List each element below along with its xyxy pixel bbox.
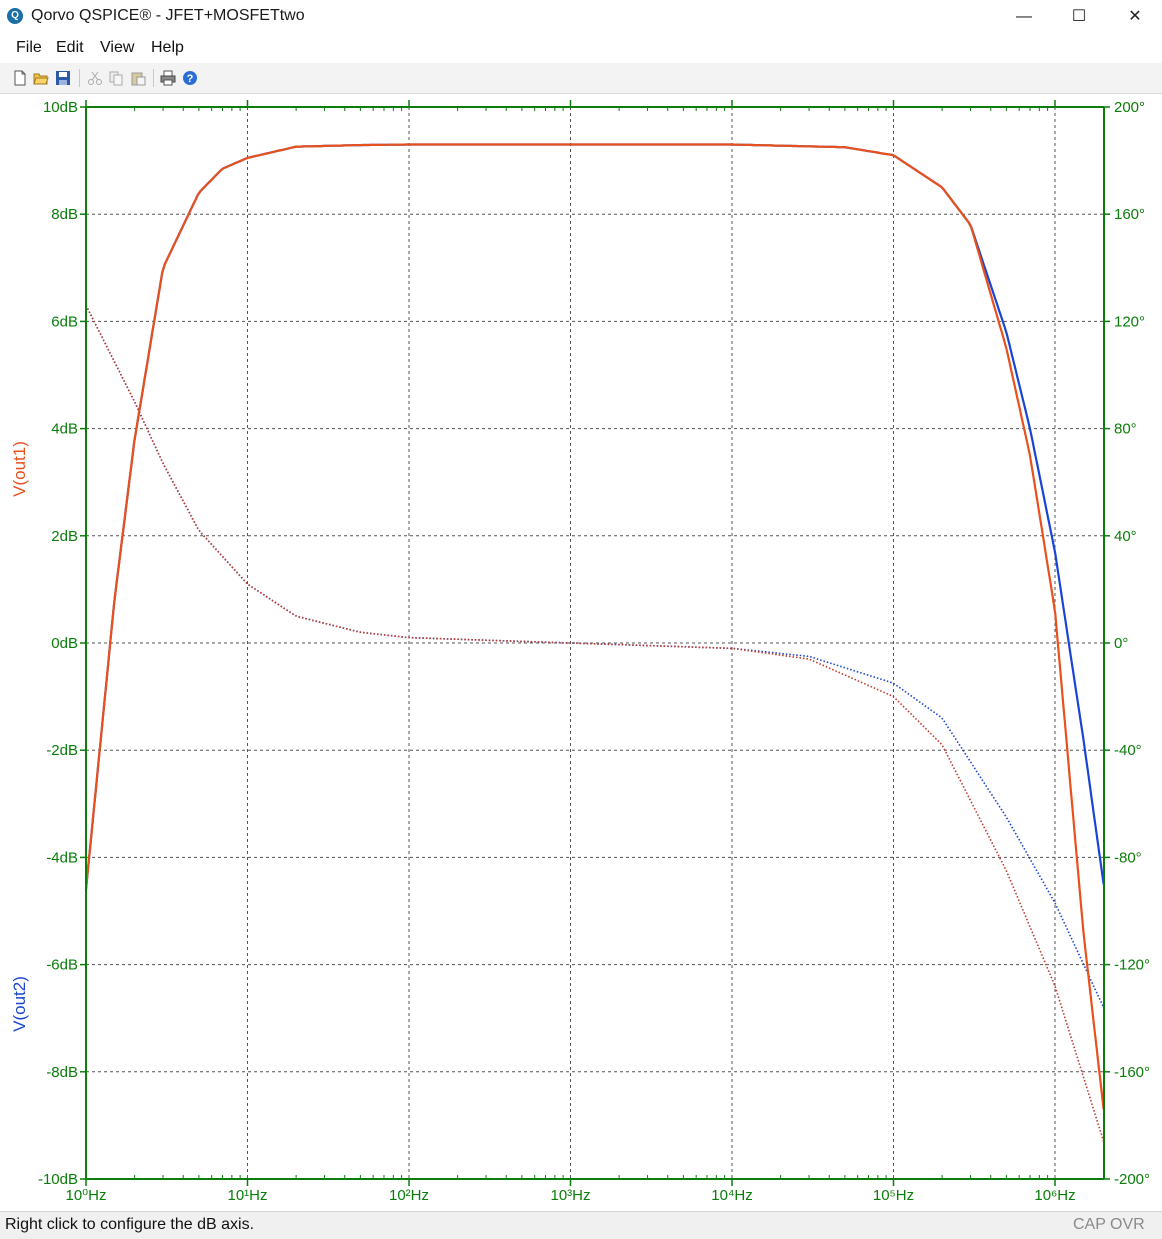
qspice-app-icon: Q — [7, 8, 23, 24]
open-folder-icon[interactable] — [33, 70, 49, 86]
left-axis-tick-label: -4dB — [46, 849, 78, 866]
x-axis-tick-label: 10³Hz — [550, 1187, 590, 1204]
save-icon[interactable] — [55, 70, 71, 86]
right-axis-tick-label: 200° — [1114, 99, 1145, 116]
toolbar: ? — [0, 63, 1162, 94]
close-button[interactable]: ✕ — [1108, 0, 1162, 33]
menu-bar: File Edit View Help — [0, 33, 1162, 63]
left-axis-tick-label: 8dB — [51, 206, 78, 223]
copy-icon[interactable] — [108, 70, 124, 86]
x-axis-tick-label: 10¹Hz — [227, 1187, 267, 1204]
plot-background — [0, 94, 1162, 1210]
left-axis-tick-label: 0dB — [51, 635, 78, 652]
toolbar-separator — [153, 69, 154, 87]
toolbar-separator — [79, 69, 80, 87]
minimize-button[interactable]: — — [997, 0, 1051, 33]
right-axis-tick-label: 0° — [1114, 635, 1128, 652]
help-icon[interactable]: ? — [182, 70, 198, 86]
right-axis-tick-label: 80° — [1114, 421, 1137, 438]
x-axis-tick-label: 10⁰Hz — [65, 1187, 106, 1204]
x-axis-tick-label: 10⁴Hz — [711, 1187, 752, 1204]
left-axis-tick-label: 4dB — [51, 421, 78, 438]
left-axis-tick-label: -2dB — [46, 742, 78, 759]
new-file-icon[interactable] — [12, 70, 28, 86]
svg-text:?: ? — [187, 73, 194, 85]
waveform-viewer[interactable]: 10dB 200° 8dB 160° 6dB 120° 4dB 80° 2dB 40° 0dB 0° -… — [0, 94, 1162, 1210]
trace-label-vout2[interactable]: V(out2) — [10, 976, 29, 1032]
right-axis-tick-label: -160° — [1114, 1064, 1150, 1081]
overwrite-indicator: OVR — [1110, 1216, 1145, 1233]
x-axis-tick-label: 10²Hz — [389, 1187, 429, 1204]
menu-edit[interactable]: Edit — [56, 39, 84, 57]
right-axis-tick-label: -40° — [1114, 742, 1142, 759]
caps-lock-indicator: CAP — [1073, 1216, 1106, 1233]
trace-label-vout1[interactable]: V(out1) — [10, 441, 29, 497]
right-axis-tick-label: 160° — [1114, 206, 1145, 223]
cut-icon[interactable] — [87, 70, 103, 86]
x-axis-tick-label: 10⁵Hz — [873, 1187, 914, 1204]
x-axis-tick-label: 10⁶Hz — [1034, 1187, 1075, 1204]
status-message: Right click to configure the dB axis. — [5, 1216, 255, 1233]
maximize-button[interactable]: ☐ — [1052, 0, 1106, 33]
left-axis-tick-label: -8dB — [46, 1064, 78, 1081]
status-bar: Right click to configure the dB axis. CA… — [0, 1211, 1162, 1239]
left-axis-tick-label: 10dB — [43, 99, 78, 116]
paste-icon[interactable] — [130, 70, 146, 86]
menu-file[interactable]: File — [16, 39, 42, 57]
right-axis-tick-label: -120° — [1114, 957, 1150, 974]
title-bar: Q Qorvo QSPICE® - JFET+MOSFETtwo — ☐ ✕ — [0, 0, 1162, 33]
right-axis-tick-label: -200° — [1114, 1171, 1150, 1188]
right-axis-tick-label: 120° — [1114, 313, 1145, 330]
bode-plot[interactable]: 10dB 200° 8dB 160° 6dB 120° 4dB 80° 2dB 40° 0dB 0° -… — [0, 94, 1162, 1210]
left-axis-tick-label: 2dB — [51, 528, 78, 545]
left-axis-tick-label: -10dB — [38, 1171, 78, 1188]
window-title: Qorvo QSPICE® - JFET+MOSFETtwo — [31, 7, 305, 24]
menu-view[interactable]: View — [100, 39, 134, 57]
menu-help[interactable]: Help — [151, 39, 184, 57]
left-axis-tick-label: -6dB — [46, 957, 78, 974]
right-axis-tick-label: 40° — [1114, 528, 1137, 545]
left-axis-tick-label: 6dB — [51, 313, 78, 330]
print-icon[interactable] — [160, 70, 176, 86]
right-axis-tick-label: -80° — [1114, 849, 1142, 866]
